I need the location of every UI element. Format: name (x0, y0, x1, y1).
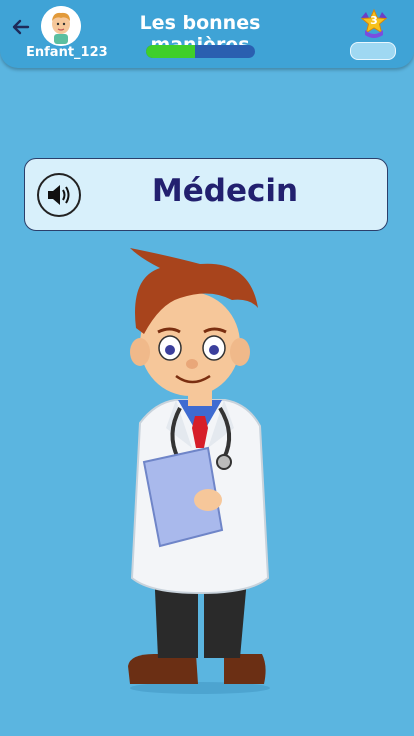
arrow-left-icon[interactable] (8, 14, 34, 40)
speaker-button[interactable] (37, 173, 81, 217)
avatar[interactable] (41, 6, 81, 46)
star-count: 3 (370, 14, 378, 27)
child-avatar-icon (41, 6, 81, 46)
progress-bar (146, 45, 255, 58)
progress-fill (146, 45, 196, 58)
word-card: Médecin (24, 158, 388, 231)
username: Enfant_123 (26, 45, 108, 60)
word-label: Médecin (151, 173, 299, 209)
score-pill (350, 42, 396, 60)
top-bar: Enfant_123 Les bonnes manières 3 (0, 0, 414, 68)
doctor-illustration (128, 248, 270, 694)
speaker-icon (48, 185, 70, 205)
